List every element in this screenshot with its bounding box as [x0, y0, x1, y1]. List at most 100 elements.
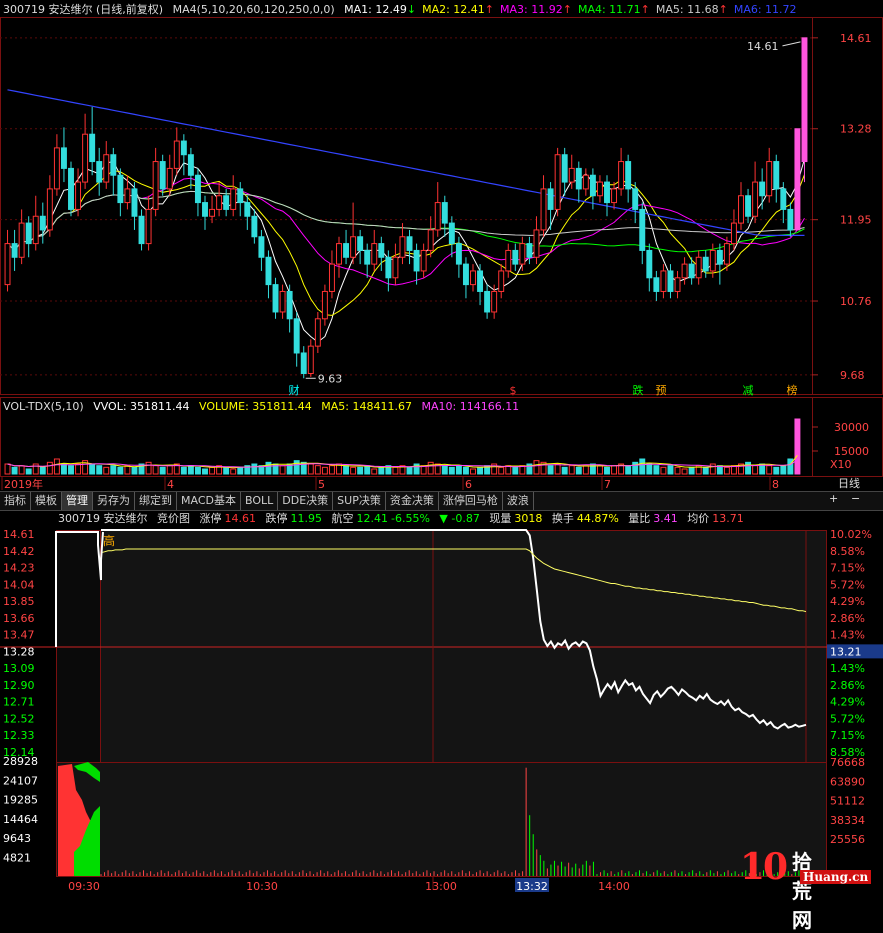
candle-body — [60, 147, 67, 169]
volume-bar — [745, 461, 752, 475]
volume-bar — [604, 466, 610, 475]
volume-bar — [561, 466, 568, 475]
volume-bar — [32, 463, 39, 475]
toolbar-tab-11[interactable]: 波浪 — [503, 492, 534, 510]
candle-body — [75, 181, 82, 210]
toolbar-tab-3[interactable]: 另存为 — [93, 492, 135, 510]
zoom-in-button[interactable]: + — [829, 492, 838, 506]
volume-bar — [470, 468, 476, 475]
candle-body — [336, 243, 342, 265]
vvol-value: VVOL: 351811.44 — [93, 400, 190, 413]
sector-label: 航空 — [331, 512, 354, 525]
volume-bar — [477, 466, 484, 475]
ma-arrow-4: ↑ — [640, 3, 650, 16]
watermark-number: 10 — [740, 846, 788, 888]
toolbar-tab-6[interactable]: BOLL — [241, 492, 279, 510]
volume-bar — [314, 465, 321, 475]
period-label[interactable]: 日线 — [838, 477, 860, 491]
toolbar-tab-5[interactable]: MACD基本 — [177, 492, 241, 510]
time-label: 09:30 — [68, 880, 100, 893]
kline-price-label: 11.95 — [840, 214, 872, 227]
volume-bar — [131, 466, 138, 475]
kline-price-label: 10.76 — [840, 295, 872, 308]
candle-body — [766, 161, 773, 197]
candle-body — [434, 202, 441, 231]
intraday-pct-label: 1.43% — [830, 662, 865, 675]
limit-up-label: 涨停 — [199, 512, 222, 525]
month-label: 7 — [604, 478, 611, 491]
candle-body — [223, 195, 230, 210]
intraday-price-label: 14.23 — [3, 562, 35, 575]
intraday-price-label: 12.71 — [3, 696, 35, 709]
candle-body — [455, 243, 462, 265]
volume-bar — [237, 466, 244, 475]
ma-value-2: MA2: 12.41↑ — [422, 3, 495, 16]
candle-body — [230, 188, 237, 210]
toolbar-tab-2[interactable]: 管理 — [62, 492, 93, 510]
volume-bar — [152, 465, 159, 475]
event-tag: 财 — [289, 383, 300, 397]
volume-bar — [187, 465, 194, 475]
candle-body — [406, 236, 413, 251]
candle-body — [46, 188, 53, 231]
candle-body — [216, 195, 223, 210]
candle-body — [399, 236, 406, 258]
volume-bar — [427, 461, 434, 475]
volume-bar — [279, 465, 286, 475]
high-tag: 高 — [103, 533, 115, 548]
candle-body — [110, 154, 117, 176]
intraday-volume-frame — [56, 762, 827, 877]
volume-bar — [512, 466, 519, 475]
candle-body — [300, 352, 307, 374]
volume-bar — [766, 465, 773, 475]
volume-bar — [60, 463, 67, 475]
intraday-price-label: 13.85 — [3, 595, 35, 608]
candle-body — [272, 284, 279, 313]
candle-body — [159, 161, 166, 190]
volume-axis-label: 30000 — [834, 421, 869, 434]
candle-body — [611, 188, 618, 204]
candle-body — [533, 229, 540, 258]
candle-body — [568, 167, 575, 183]
volume-bar — [307, 463, 314, 475]
volume-bar — [709, 463, 716, 475]
kline-header: 300719 安达维尔 (日线,前复权) MA4(5,10,20,60,120,… — [3, 2, 809, 18]
candle-body — [96, 161, 103, 183]
intraday-vol-label-left: 9643 — [3, 832, 31, 845]
volume-bar — [554, 463, 561, 475]
candle-body — [350, 236, 357, 258]
high-pointer — [782, 41, 801, 47]
volume-scale-label: X10 — [830, 458, 852, 471]
volume-bar — [321, 466, 328, 475]
candle-body — [540, 188, 547, 231]
volume-bar — [75, 463, 82, 475]
candle-body — [526, 243, 533, 258]
volume-bar — [180, 466, 187, 475]
volume-bar — [117, 466, 124, 475]
intraday-price-label: 13.09 — [3, 662, 35, 675]
volume-bar — [293, 460, 300, 475]
toolbar-tab-4[interactable]: 绑定到 — [135, 492, 177, 510]
candle-body — [667, 270, 674, 292]
time-label: 14:00 — [598, 880, 630, 893]
low-price-label: 9.63 — [318, 372, 343, 385]
toolbar-tab-8[interactable]: SUP决策 — [333, 492, 386, 510]
toolbar-tab-0[interactable]: 指标 — [0, 492, 31, 510]
volume-bar — [343, 465, 350, 475]
toolbar-tab-10[interactable]: 涨停回马枪 — [439, 492, 503, 510]
toolbar-tab-9[interactable]: 资金决策 — [386, 492, 439, 510]
watermark-site: 拾荒网 — [792, 850, 812, 932]
volume-bar — [202, 468, 208, 475]
intraday-price-label: 12.52 — [3, 712, 35, 725]
toolbar-tab-1[interactable]: 模板 — [31, 492, 62, 510]
current-vol-label: 现量 — [489, 512, 512, 525]
candle-body — [745, 195, 752, 217]
toolbar-tab-7[interactable]: DDE决策 — [278, 492, 334, 510]
zoom-out-button[interactable]: − — [851, 492, 860, 506]
current-vol-value: 3018 — [514, 512, 543, 525]
candle-body — [371, 243, 378, 265]
volume-bar — [568, 465, 575, 475]
volume-value: VOLUME: 351811.44 — [199, 400, 312, 413]
event-tag: $ — [510, 384, 517, 397]
candle-body — [702, 256, 709, 272]
